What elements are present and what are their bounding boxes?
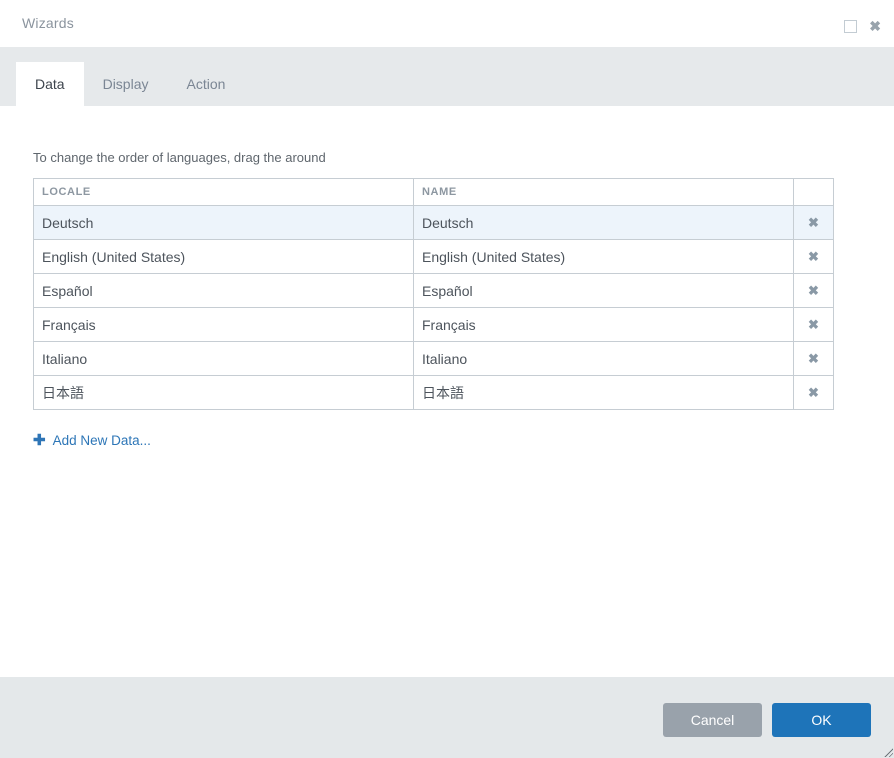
locale-cell: English (United States): [33, 239, 414, 274]
cancel-button[interactable]: Cancel: [663, 703, 762, 737]
tab-action[interactable]: Action: [167, 62, 244, 106]
tab-data-label: Data: [35, 76, 65, 92]
locale-cell: Español: [33, 273, 414, 308]
tab-bar: Data Display Action: [0, 47, 894, 106]
add-new-data-link[interactable]: ✚ Add New Data...: [33, 433, 151, 448]
locale-cell: 日本語: [33, 375, 414, 410]
tab-action-label: Action: [186, 76, 226, 92]
locale-cell: Français: [33, 307, 414, 342]
title-bar: Wizards ✖: [0, 0, 894, 47]
table-header: LOCALE NAME: [33, 178, 834, 206]
tab-display[interactable]: Display: [84, 62, 168, 106]
name-cell: Français: [413, 307, 794, 342]
instruction-text: To change the order of languages, drag t…: [33, 150, 326, 165]
table-row[interactable]: Français Français ✖: [33, 307, 834, 342]
ok-button[interactable]: OK: [772, 703, 871, 737]
delete-row-icon[interactable]: ✖: [793, 375, 834, 410]
resize-grip-icon[interactable]: [883, 747, 893, 757]
wizards-dialog: Wizards ✖ Data Display Action To change …: [0, 0, 894, 758]
locale-cell: Italiano: [33, 341, 414, 376]
add-new-data-label: Add New Data...: [52, 433, 151, 448]
delete-row-icon[interactable]: ✖: [793, 341, 834, 376]
plus-icon: ✚: [33, 432, 46, 449]
table-body: Deutsch Deutsch ✖ English (United States) En…: [33, 205, 834, 410]
table-row[interactable]: 日本語 日本語 ✖: [33, 375, 834, 410]
delete-row-icon[interactable]: ✖: [793, 273, 834, 308]
name-cell: English (United States): [413, 239, 794, 274]
delete-row-icon[interactable]: ✖: [793, 307, 834, 342]
name-cell: 日本語: [413, 375, 794, 410]
tab-data[interactable]: Data: [16, 62, 84, 106]
tab-display-label: Display: [102, 76, 149, 92]
dialog-title: Wizards: [22, 15, 74, 31]
table-row[interactable]: Español Español ✖: [33, 273, 834, 308]
table-row[interactable]: Deutsch Deutsch ✖: [33, 205, 834, 240]
name-cell: Español: [413, 273, 794, 308]
maximize-icon[interactable]: [844, 19, 858, 33]
close-icon[interactable]: ✖: [869, 19, 881, 33]
column-header-name: NAME: [413, 178, 794, 206]
delete-row-icon[interactable]: ✖: [793, 239, 834, 274]
table-row[interactable]: Italiano Italiano ✖: [33, 341, 834, 376]
table-row[interactable]: English (United States) English (United S…: [33, 239, 834, 274]
column-header-actions: [793, 178, 834, 206]
footer-bar: Cancel OK: [0, 677, 894, 758]
delete-row-icon[interactable]: ✖: [793, 205, 834, 240]
name-cell: Italiano: [413, 341, 794, 376]
locale-cell: Deutsch: [33, 205, 414, 240]
tab-panel-data: To change the order of languages, drag t…: [0, 150, 894, 450]
window-controls: ✖: [844, 19, 881, 33]
name-cell: Deutsch: [413, 205, 794, 240]
languages-table: LOCALE NAME Deutsch Deutsch ✖ English (Unit…: [33, 178, 834, 410]
column-header-locale: LOCALE: [33, 178, 414, 206]
